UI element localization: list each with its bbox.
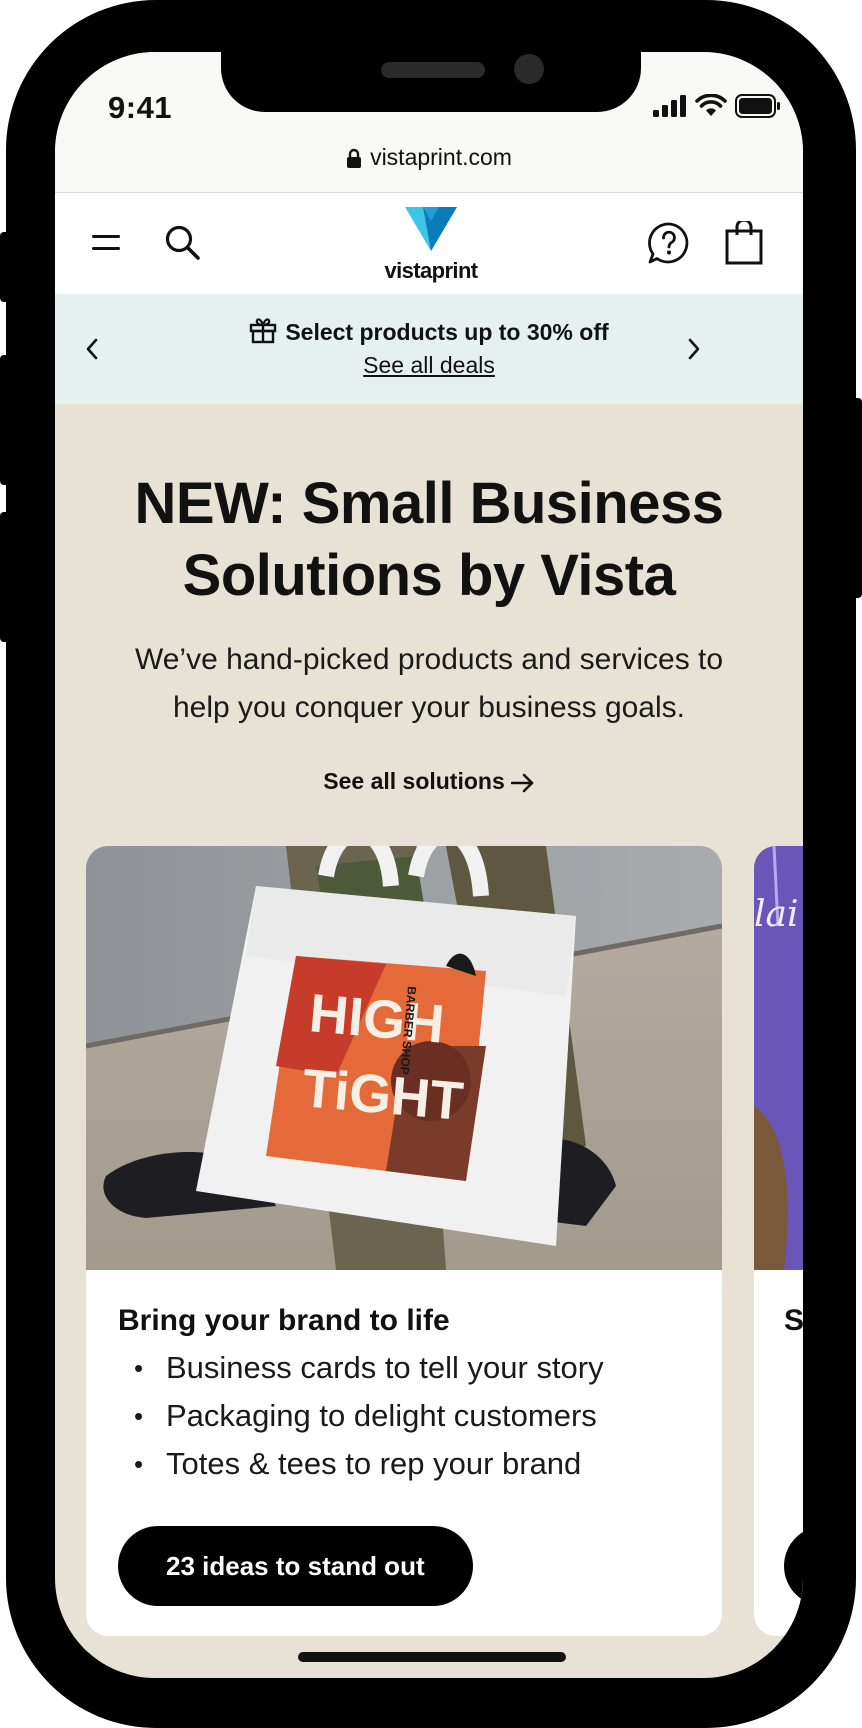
tote-bag-photo: HIGH TiGHT BARBER SHOP	[86, 846, 722, 1270]
help-icon	[648, 222, 689, 264]
gift-icon	[250, 318, 277, 344]
home-indicator[interactable]	[298, 1652, 566, 1662]
card-heading: Bring your brand to life	[118, 1304, 450, 1337]
hero-subtitle: We’ve hand-picked products and services …	[75, 636, 783, 732]
see-all-solutions-label: See all solutions	[323, 768, 505, 794]
help-button[interactable]	[643, 217, 695, 269]
status-bar: 9:41 vistaprint.com	[55, 52, 803, 192]
front-camera	[514, 54, 544, 84]
search-button[interactable]	[157, 217, 209, 269]
hoodie-text: lai	[754, 894, 799, 935]
lock-icon	[347, 148, 362, 168]
hero-title: NEW: Small Business Solutions by Vista	[75, 468, 783, 612]
status-icons	[653, 94, 781, 118]
see-all-solutions-link[interactable]: See all solutions	[55, 768, 803, 795]
arrow-right-icon	[510, 773, 534, 793]
logo-wordmark: vistaprint	[384, 258, 478, 283]
wifi-icon	[695, 94, 727, 116]
menu-icon	[92, 235, 120, 250]
next-card-button[interactable]	[784, 1526, 803, 1606]
power-button	[848, 398, 862, 598]
mute-switch	[0, 232, 14, 302]
hero-subtitle-line-2: help you conquer your business goals.	[173, 691, 685, 724]
menu-button[interactable]	[81, 217, 133, 269]
hero-subtitle-line-1: We’ve hand-picked products and services …	[134, 643, 724, 676]
promo-next-button[interactable]	[679, 334, 709, 364]
volume-up-button	[0, 355, 14, 485]
status-time: 9:41	[108, 90, 173, 125]
ideas-button[interactable]: 23 ideas to stand out	[118, 1526, 473, 1606]
notch	[221, 52, 641, 112]
list-item: Business cards to tell your story	[118, 1344, 702, 1392]
hoodie-photo: lai	[754, 846, 803, 1270]
cart-button[interactable]	[718, 217, 770, 269]
card-content: Bring your brand to life Business cards …	[118, 1304, 702, 1488]
promo-banner: Select products up to 30% off See all de…	[55, 294, 803, 404]
vistaprint-logo-mark-icon	[405, 207, 457, 251]
card-heading: S	[784, 1304, 803, 1337]
address-bar[interactable]: vistaprint.com	[55, 144, 803, 171]
solution-card-brand[interactable]: HIGH TiGHT BARBER SHOP Bring your brand …	[86, 846, 722, 1636]
hero-title-line-1: NEW: Small Business	[134, 471, 724, 536]
list-item: Packaging to delight customers	[118, 1392, 702, 1440]
phone-screen: 9:41 vistaprint.com vistaprint Select pr…	[55, 52, 803, 1678]
vistaprint-logo[interactable]: vistaprint	[381, 207, 481, 283]
list-item: Totes & tees to rep your brand	[118, 1440, 702, 1488]
volume-down-button	[0, 512, 14, 642]
card-bullet-list: Business cards to tell your story Packag…	[118, 1344, 702, 1488]
promo-text: Select products up to 30% off	[285, 319, 609, 345]
cart-icon	[725, 221, 763, 265]
solution-card-next[interactable]: lai S	[754, 846, 803, 1636]
hero-title-line-2: Solutions by Vista	[182, 543, 676, 608]
tote-art-text-high: HIGH	[307, 983, 447, 1055]
site-header: vistaprint	[55, 192, 803, 294]
chevron-right-icon	[688, 338, 700, 360]
battery-icon	[735, 94, 780, 118]
url-text: vistaprint.com	[370, 144, 512, 170]
speaker	[381, 62, 485, 78]
search-icon	[165, 225, 200, 260]
cellular-signal-icon	[653, 95, 686, 117]
